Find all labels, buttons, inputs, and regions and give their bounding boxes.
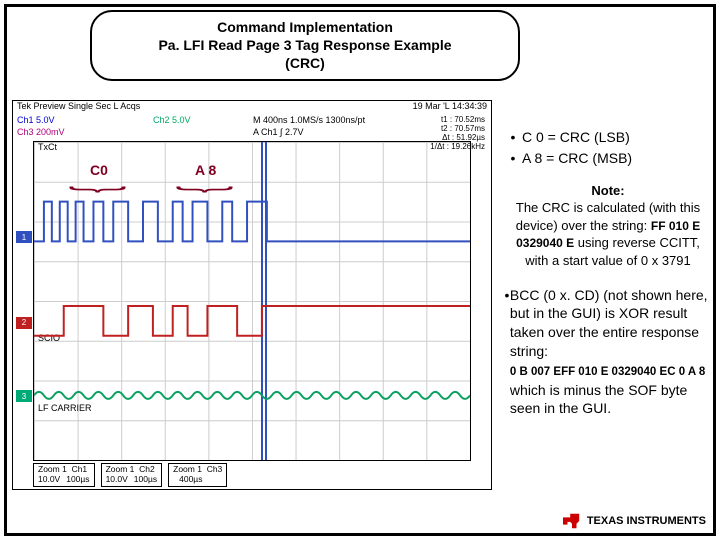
oscilloscope-screenshot: Tek Preview Single Sec L Acqs 19 Mar 'L … <box>12 100 492 490</box>
zoom-box-3: Zoom 1 Ch3 400µs <box>168 463 227 487</box>
overlay-label-c0: C0 <box>90 162 108 178</box>
bcc-hex: 0 B 007 EFF 010 E 0329040 EC 0 A 8 <box>510 366 705 378</box>
explanation-panel: •C 0 = CRC (LSB) •A 8 = CRC (MSB) Note: … <box>504 128 712 420</box>
overlay-label-a8: A 8 <box>195 162 216 178</box>
ti-chip-icon <box>561 512 583 530</box>
ti-logo-text: TEXAS INSTRUMENTS <box>587 515 706 527</box>
title-line-3: (CRC) <box>102 54 508 72</box>
note-heading: Note: <box>504 182 712 200</box>
channel-marker-3: 3 <box>16 390 32 402</box>
ch3-readout: Ch3 200mV <box>17 127 65 137</box>
ti-logo: TEXAS INSTRUMENTS <box>561 512 706 530</box>
bullet-3: BCC (0 x. CD) (not shown here, but in th… <box>510 286 712 419</box>
title-line-1: Command Implementation <box>102 18 508 36</box>
zoom-readouts: Zoom 1 Ch1 10.0V100µs Zoom 1 Ch2 10.0V10… <box>33 463 471 487</box>
channel-marker-1: 1 <box>16 231 32 243</box>
scope-header-right: 19 Mar 'L 14:34:39 <box>413 101 487 115</box>
bullet-icon: • <box>504 128 522 147</box>
bullet-icon: • <box>504 149 522 168</box>
note-block: Note: The CRC is calculated (with this d… <box>504 182 712 270</box>
zoom-box-2: Zoom 1 Ch2 10.0V100µs <box>101 463 163 487</box>
brace-icon: } <box>171 186 240 193</box>
slide-title: Command Implementation Pa. LFI Read Page… <box>90 10 520 81</box>
trigger-readout: A Ch1 ∫ 2.7V <box>253 127 304 137</box>
timebase-readout: M 400ns 1.0MS/s 1300ns/pt <box>253 115 365 125</box>
scope-header-left: Tek Preview Single Sec L Acqs <box>17 101 140 115</box>
title-line-2: Pa. LFI Read Page 3 Tag Response Example <box>102 36 508 54</box>
channel-marker-2: 2 <box>16 317 32 329</box>
zoom-box-1: Zoom 1 Ch1 10.0V100µs <box>33 463 95 487</box>
ch2-readout: Ch2 5.0V <box>153 115 191 125</box>
ch1-readout: Ch1 5.0V <box>17 115 55 125</box>
bullet-1: C 0 = CRC (LSB) <box>522 128 630 147</box>
brace-icon: } <box>64 186 133 193</box>
bullet-2: A 8 = CRC (MSB) <box>522 149 632 168</box>
